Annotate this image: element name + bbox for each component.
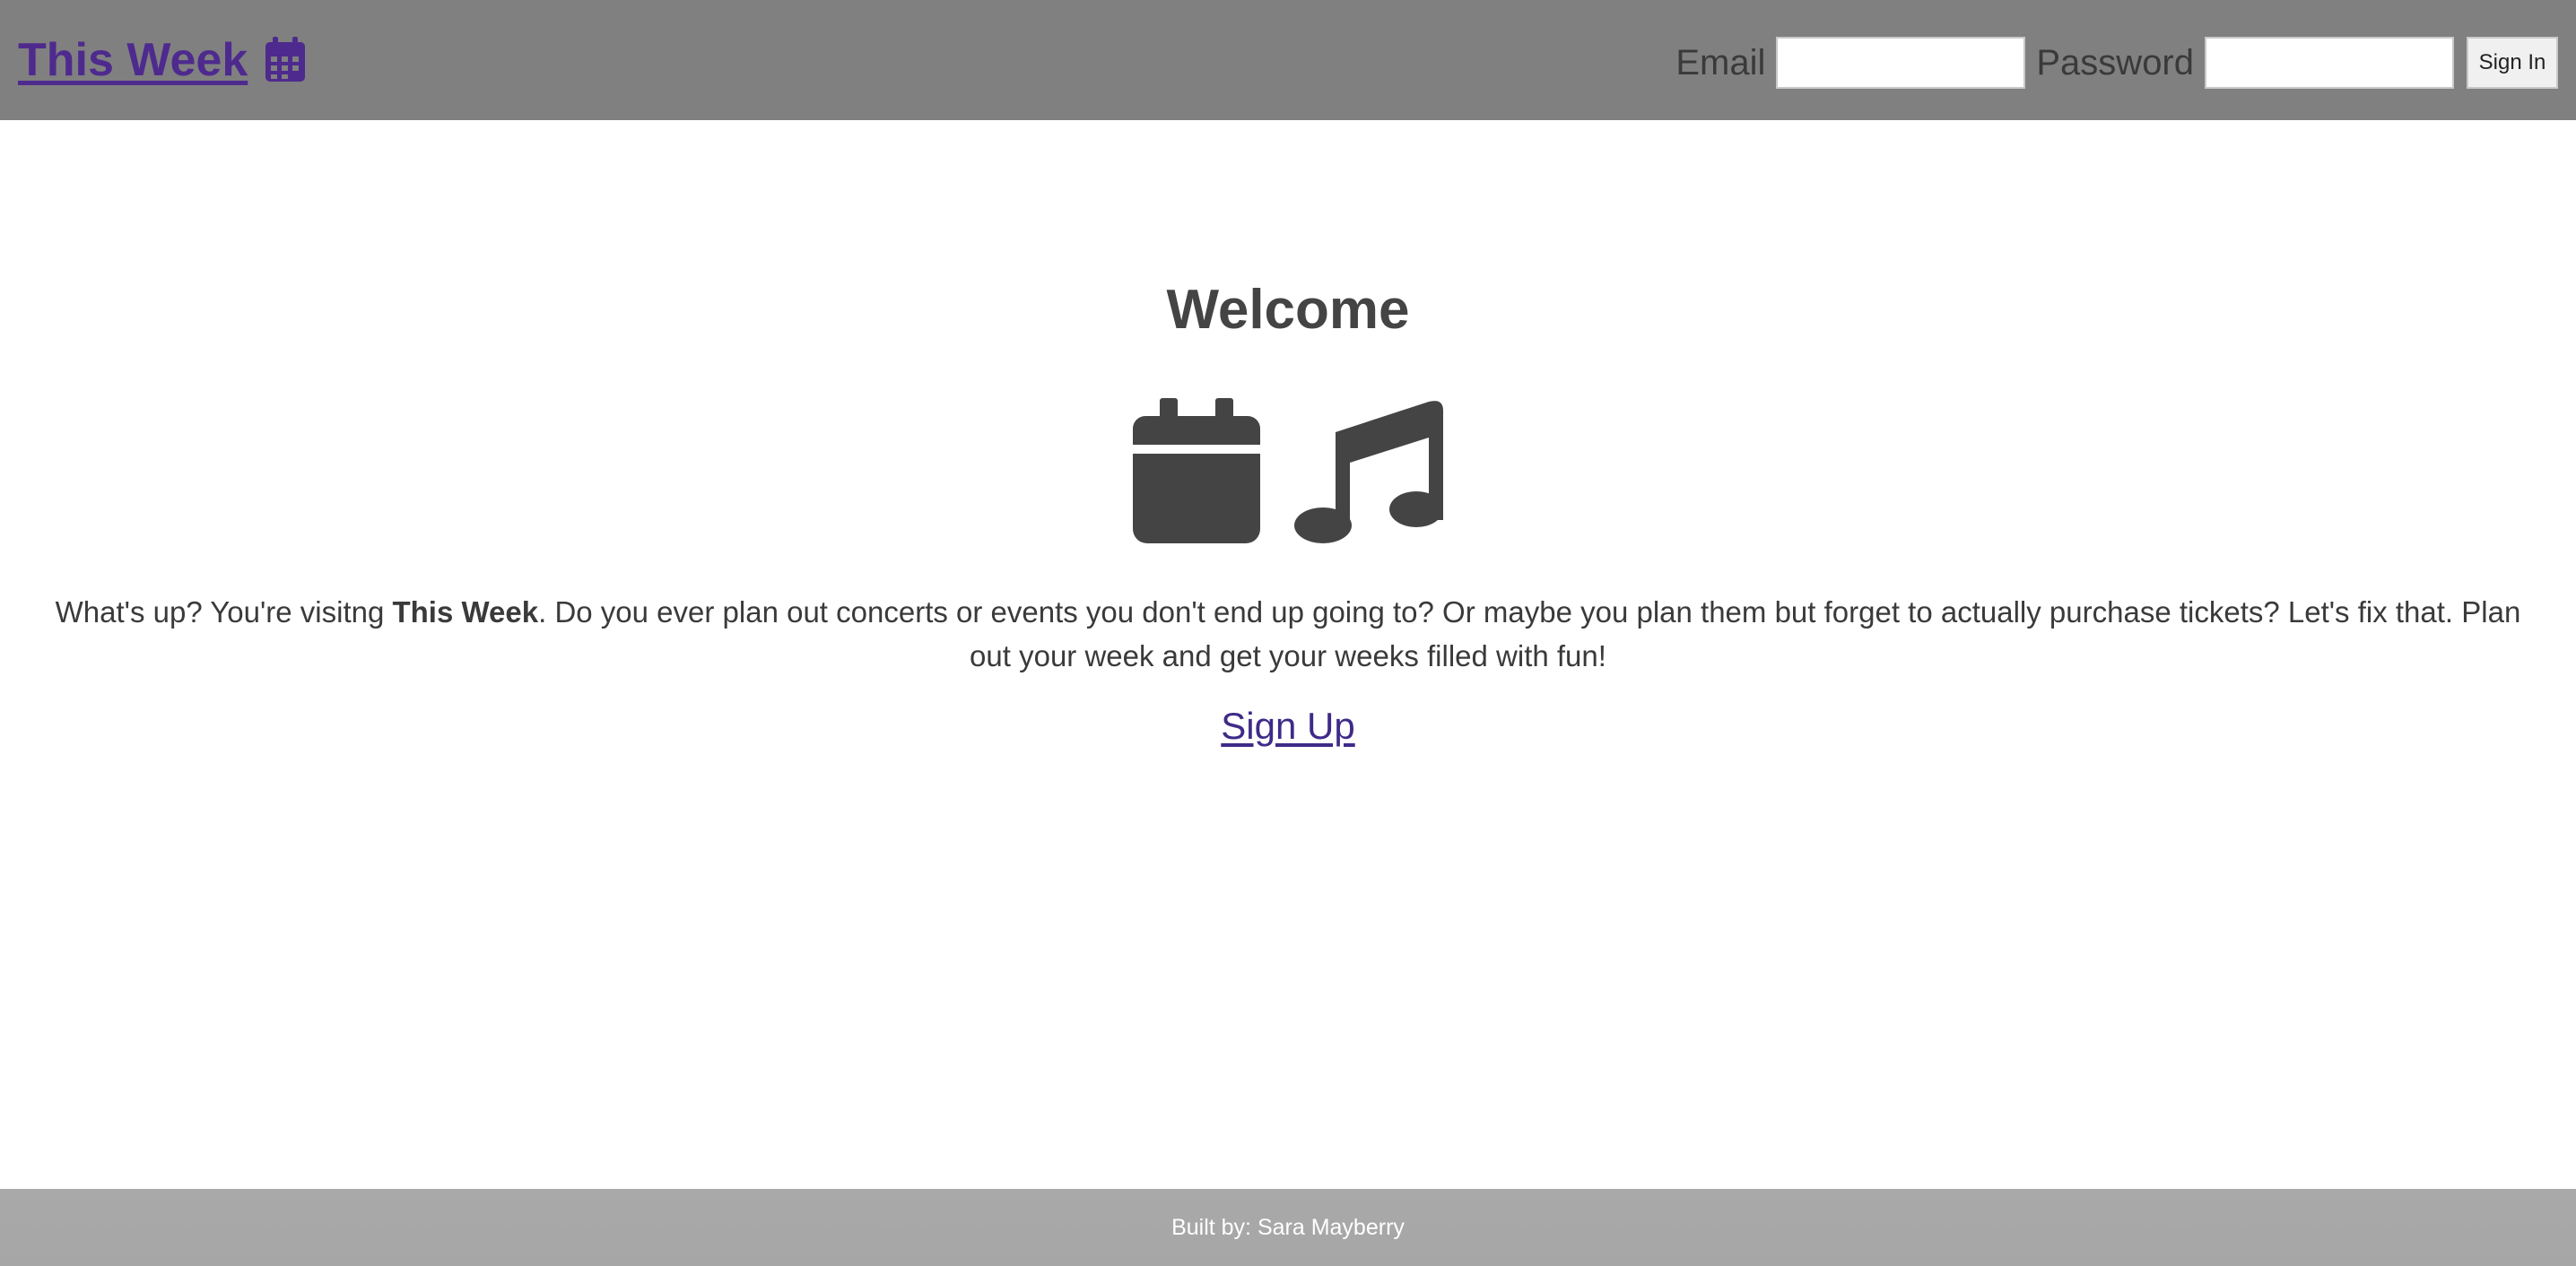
signup-container: Sign Up (0, 705, 2576, 748)
email-field[interactable] (1776, 37, 2026, 89)
intro-text-start: What's up? You're visitng (55, 595, 393, 629)
calendar-icon (264, 37, 307, 83)
top-navbar: This Week Email Password Sign In (0, 0, 2576, 120)
email-label: Email (1675, 42, 1766, 82)
password-label: Password (2036, 42, 2194, 82)
footer-credit: Built by: Sara Mayberry (1171, 1214, 1405, 1240)
hero-icons (0, 398, 2576, 543)
brand-link[interactable]: This Week (18, 33, 248, 87)
intro-brand: This Week (392, 595, 539, 629)
sign-up-link[interactable]: Sign Up (1221, 705, 1354, 747)
login-form: Email Password Sign In (1675, 37, 2558, 89)
intro-text-end: . Do you ever plan out concerts or event… (538, 595, 2521, 672)
footer: Built by: Sara Mayberry (0, 1189, 2576, 1266)
password-field[interactable] (2205, 37, 2454, 89)
calendar-icon (1133, 398, 1260, 543)
main-content: Welcome What's up? You're visitng This W… (0, 120, 2576, 1189)
brand: This Week (18, 33, 307, 87)
sign-in-button[interactable]: Sign In (2467, 37, 2558, 89)
page-title: Welcome (1166, 279, 1410, 341)
music-note-icon (1294, 398, 1443, 543)
intro-paragraph: What's up? You're visitng This Week. Do … (36, 590, 2540, 678)
